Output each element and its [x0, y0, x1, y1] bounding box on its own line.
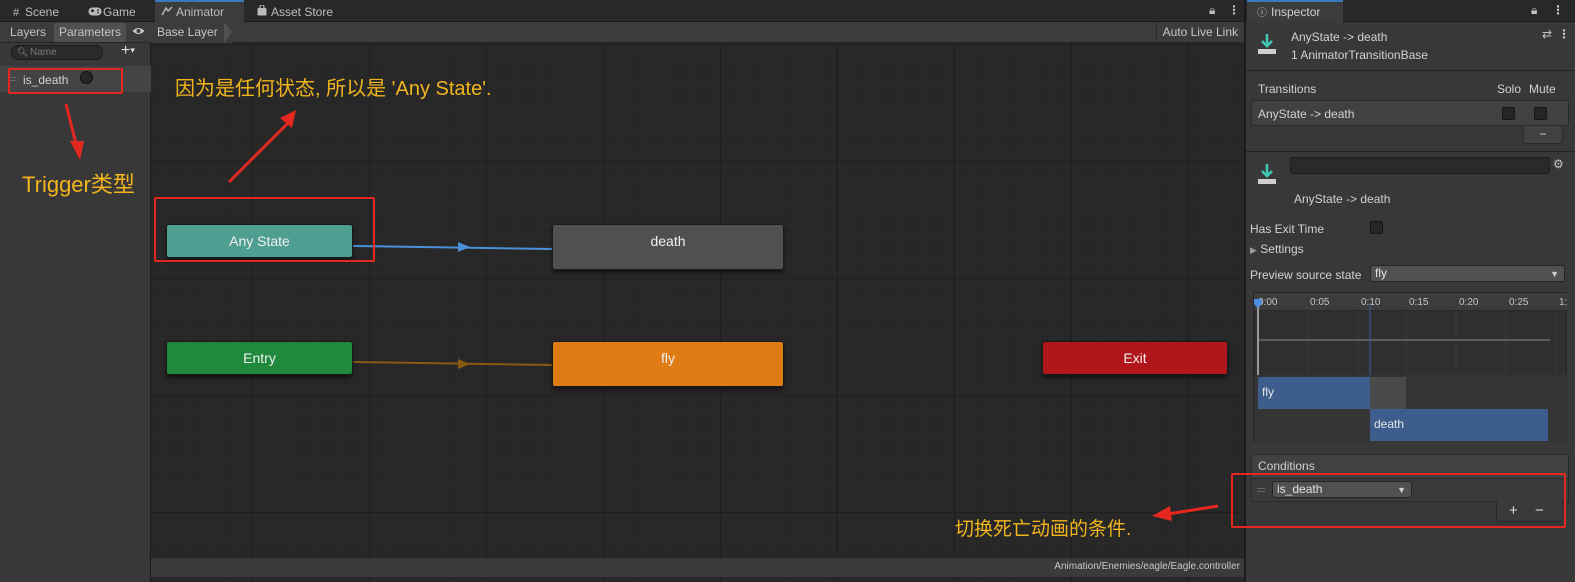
- annotation-trigger-note: Trigger类型: [22, 172, 135, 197]
- annotation-any-state-note: 因为是任何状态, 所以是 'Any State'.: [175, 78, 492, 100]
- annotation-condition-note: 切换死亡动画的条件.: [955, 519, 1132, 540]
